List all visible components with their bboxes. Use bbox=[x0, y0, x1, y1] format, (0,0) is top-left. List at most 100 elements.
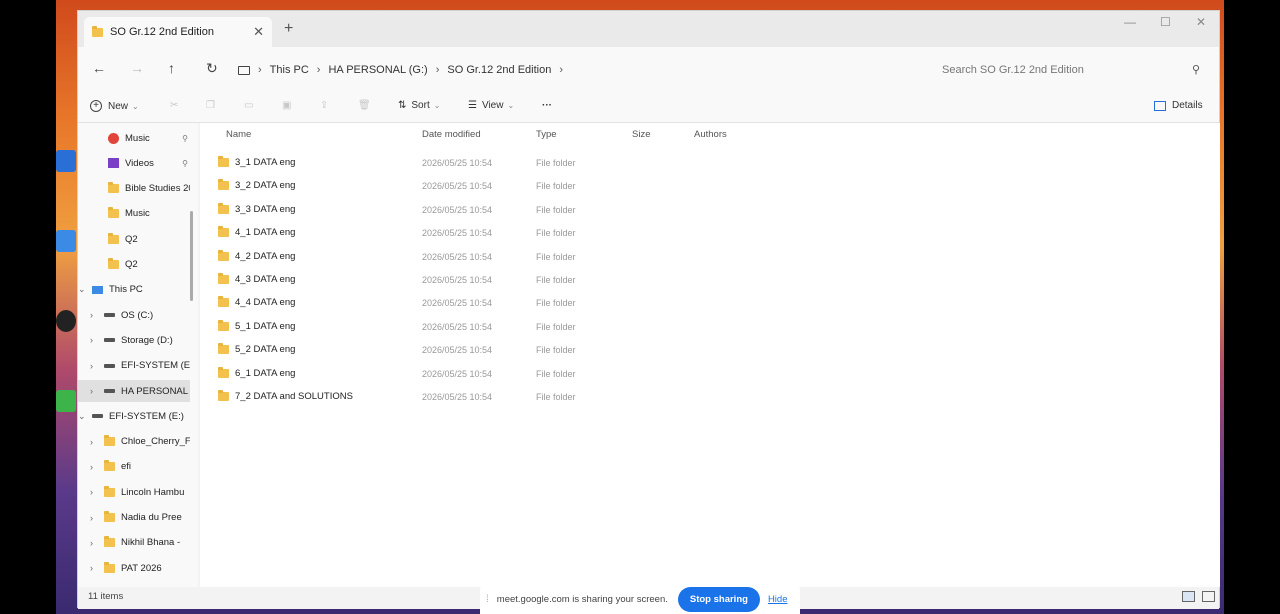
sidebar-item[interactable]: › OS (C:) bbox=[78, 304, 190, 326]
rename-icon[interactable]: ▣ bbox=[282, 100, 291, 111]
table-row[interactable]: 5_1 DATA eng 2026/05/25 10:54 File folder bbox=[200, 315, 900, 337]
table-row[interactable]: 4_1 DATA eng 2026/05/25 10:54 File folder bbox=[200, 221, 900, 243]
tab-current-folder[interactable]: SO Gr.12 2nd Edition ✕ bbox=[84, 17, 272, 47]
paste-icon[interactable]: ▭ bbox=[244, 100, 253, 111]
folder-icon bbox=[104, 561, 115, 573]
column-header-authors[interactable]: Authors bbox=[694, 129, 727, 140]
address-bar[interactable]: › This PC › HA PERSONAL (G:) › SO Gr.12 … bbox=[238, 55, 918, 85]
chevron-right-icon[interactable]: › bbox=[90, 437, 93, 447]
chevron-right-icon[interactable]: › bbox=[90, 310, 93, 320]
view-button[interactable]: ☰ View ⌄ bbox=[468, 100, 514, 111]
sharing-message: meet.google.com is sharing your screen. bbox=[496, 593, 668, 605]
sidebar-item[interactable]: Bible Studies 20 bbox=[78, 178, 190, 200]
forward-button[interactable]: → bbox=[130, 60, 144, 76]
sidebar-item[interactable]: Q2 bbox=[78, 228, 190, 250]
sidebar-item-label: Music bbox=[125, 132, 150, 144]
details-pane-button[interactable]: Details bbox=[1154, 100, 1203, 111]
details-view-toggle[interactable] bbox=[1182, 591, 1195, 602]
sidebar-item[interactable]: Music bbox=[78, 203, 190, 225]
table-row[interactable]: 3_2 DATA eng 2026/05/25 10:54 File folder bbox=[200, 174, 900, 196]
desktop-app-icon[interactable] bbox=[56, 310, 76, 332]
table-row[interactable]: 6_1 DATA eng 2026/05/25 10:54 File folder bbox=[200, 362, 900, 384]
sidebar-item[interactable]: › efi bbox=[78, 456, 190, 478]
sort-button[interactable]: ⇅ Sort ⌄ bbox=[398, 100, 440, 111]
command-bar: + New ⌄ ✂ ❐ ▭ ▣ ⇪ 🗑 ⇅ Sort ⌄ ☰ View ⌄ ··… bbox=[78, 93, 1219, 123]
more-options-button[interactable]: ··· bbox=[542, 100, 552, 111]
table-row[interactable]: 5_2 DATA eng 2026/05/25 10:54 File folder bbox=[200, 338, 900, 360]
sidebar-item[interactable]: › Nadia du Pree bbox=[78, 507, 190, 529]
desktop-app-icon[interactable] bbox=[56, 390, 76, 412]
column-header-date[interactable]: Date modified bbox=[422, 129, 481, 140]
sidebar-item[interactable]: Videos ⚲ bbox=[78, 152, 190, 174]
file-name: 4_4 DATA eng bbox=[235, 297, 296, 309]
column-header-type[interactable]: Type bbox=[536, 129, 557, 140]
maximize-button[interactable]: ☐ bbox=[1160, 15, 1171, 29]
new-button[interactable]: + New ⌄ bbox=[90, 100, 139, 112]
sort-icon: ⇅ bbox=[398, 100, 407, 111]
desktop-app-icon[interactable] bbox=[56, 150, 76, 172]
chevron-down-icon: ⌄ bbox=[507, 101, 515, 110]
table-row[interactable]: 4_3 DATA eng 2026/05/25 10:54 File folder bbox=[200, 268, 900, 290]
refresh-button[interactable]: ↻ bbox=[206, 60, 218, 77]
folder-icon bbox=[104, 435, 115, 447]
column-header-name[interactable]: Name bbox=[226, 129, 251, 140]
sidebar-item[interactable]: › PAT 2026 bbox=[78, 557, 190, 579]
new-tab-button[interactable]: + bbox=[284, 20, 293, 38]
sidebar-item-label: Q2 bbox=[125, 233, 138, 245]
sidebar-item[interactable]: › Nikhil Bhana - bbox=[78, 532, 190, 554]
sidebar-item[interactable]: › Storage (D:) bbox=[78, 329, 190, 351]
table-row[interactable]: 4_2 DATA eng 2026/05/25 10:54 File folder bbox=[200, 245, 900, 267]
breadcrumb-this-pc[interactable]: This PC bbox=[270, 64, 309, 76]
folder-icon bbox=[92, 25, 103, 37]
table-row[interactable]: 3_3 DATA eng 2026/05/25 10:54 File folder bbox=[200, 198, 900, 220]
search-input[interactable]: Search SO Gr.12 2nd Edition ⚲ bbox=[930, 55, 1212, 85]
tab-close-button[interactable]: ✕ bbox=[253, 24, 264, 40]
minimize-button[interactable]: — bbox=[1124, 15, 1136, 29]
sidebar-item[interactable]: › Lincoln Hambu bbox=[78, 481, 190, 503]
hide-button[interactable]: Hide bbox=[768, 594, 788, 605]
table-row[interactable]: 7_2 DATA and SOLUTIONS 2026/05/25 10:54 Fi… bbox=[200, 385, 900, 407]
breadcrumb-folder[interactable]: SO Gr.12 2nd Edition bbox=[447, 64, 551, 76]
folder-icon bbox=[218, 366, 229, 378]
chevron-right-icon: › bbox=[316, 64, 321, 76]
sidebar-item-label: HA PERSONAL bbox=[121, 385, 189, 397]
chevron-right-icon[interactable]: › bbox=[90, 335, 93, 345]
tiles-view-toggle[interactable] bbox=[1202, 591, 1215, 602]
up-button[interactable]: ↑ bbox=[168, 60, 175, 76]
chevron-right-icon[interactable]: › bbox=[90, 538, 93, 548]
sidebar-item[interactable]: Music ⚲ bbox=[78, 127, 190, 149]
file-name: 5_2 DATA eng bbox=[235, 344, 296, 356]
sidebar-item[interactable]: ⌄ This PC bbox=[78, 279, 190, 301]
sidebar-item[interactable]: › Chloe_Cherry_F bbox=[78, 431, 190, 453]
table-row[interactable]: 4_4 DATA eng 2026/05/25 10:54 File folder bbox=[200, 291, 900, 313]
file-name: 3_2 DATA eng bbox=[235, 180, 296, 192]
chevron-right-icon[interactable]: › bbox=[90, 513, 93, 523]
sidebar-item[interactable]: › EFI-SYSTEM (E bbox=[78, 355, 190, 377]
sidebar-item[interactable]: Q2 bbox=[78, 254, 190, 276]
chevron-right-icon[interactable]: › bbox=[90, 462, 93, 472]
sidebar-scrollbar-thumb[interactable] bbox=[190, 211, 193, 301]
sidebar-item[interactable]: › HA PERSONAL bbox=[78, 380, 190, 402]
table-row[interactable]: 3_1 DATA eng 2026/05/25 10:54 File folder bbox=[200, 151, 900, 173]
breadcrumb-drive[interactable]: HA PERSONAL (G:) bbox=[328, 64, 427, 76]
chevron-right-icon[interactable]: › bbox=[90, 487, 93, 497]
sidebar-item[interactable]: ⌄ EFI-SYSTEM (E:) bbox=[78, 405, 190, 427]
sidebar-item-label: Lincoln Hambu bbox=[121, 486, 185, 498]
chevron-right-icon[interactable]: › bbox=[90, 563, 93, 573]
window-close-button[interactable]: ✕ bbox=[1196, 15, 1206, 29]
search-placeholder: Search SO Gr.12 2nd Edition bbox=[942, 64, 1084, 76]
chevron-right-icon[interactable]: › bbox=[90, 386, 93, 396]
column-header-size[interactable]: Size bbox=[632, 129, 650, 140]
sidebar-item-label: PAT 2026 bbox=[121, 562, 162, 574]
copy-icon[interactable]: ❐ bbox=[206, 100, 215, 111]
desktop-app-icon[interactable] bbox=[56, 230, 76, 252]
stop-sharing-button[interactable]: Stop sharing bbox=[677, 586, 760, 612]
back-button[interactable]: ← bbox=[92, 60, 106, 76]
drag-handle-icon[interactable]: ⁞ bbox=[486, 594, 489, 605]
chevron-down-icon[interactable]: ⌄ bbox=[78, 411, 86, 422]
delete-icon[interactable]: 🗑 bbox=[358, 100, 371, 111]
cut-icon[interactable]: ✂ bbox=[170, 100, 178, 111]
chevron-right-icon[interactable]: › bbox=[90, 361, 93, 371]
share-icon[interactable]: ⇪ bbox=[320, 100, 328, 111]
chevron-down-icon[interactable]: ⌄ bbox=[78, 284, 86, 295]
